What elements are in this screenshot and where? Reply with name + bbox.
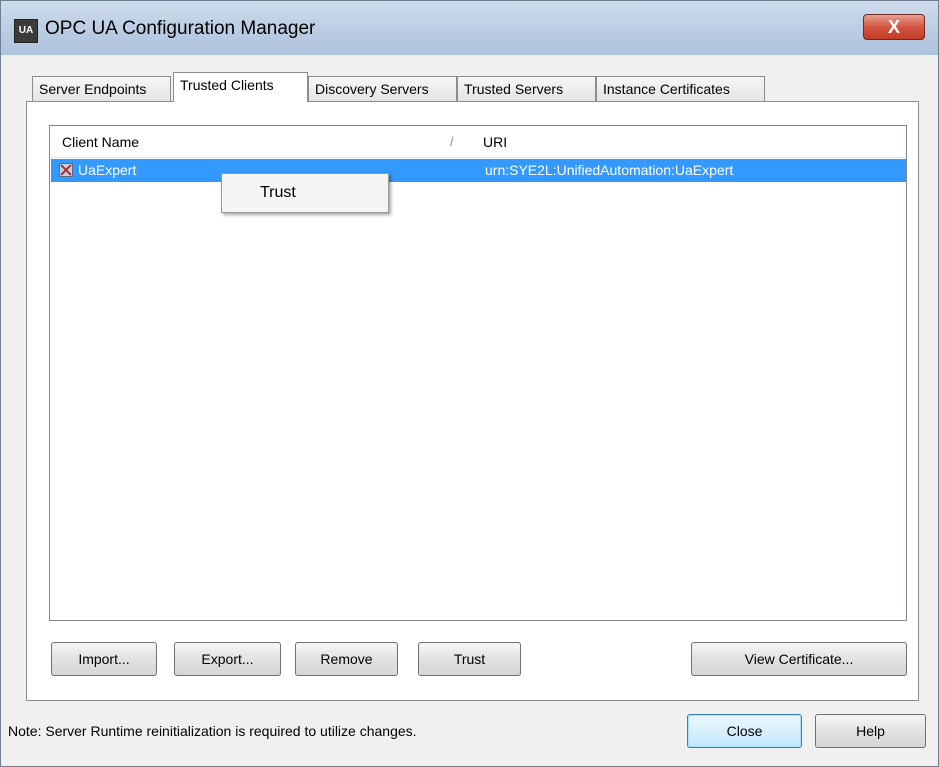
tab-instance-certificates[interactable]: Instance Certificates bbox=[596, 76, 765, 101]
app-icon: UA bbox=[14, 19, 38, 43]
column-header-client-name-label: Client Name bbox=[62, 134, 140, 150]
sort-indicator-icon: / bbox=[450, 134, 454, 149]
column-header-uri[interactable]: URI bbox=[471, 126, 906, 158]
tab-trusted-servers[interactable]: Trusted Servers bbox=[457, 76, 596, 101]
trust-button[interactable]: Trust bbox=[418, 642, 521, 676]
status-note: Note: Server Runtime reinitialization is… bbox=[8, 723, 417, 739]
export-button[interactable]: Export... bbox=[174, 642, 281, 676]
untrusted-certificate-icon bbox=[59, 163, 73, 177]
trusted-clients-list[interactable]: Client Name / URI UaExpert urn:SYE2L:Uni… bbox=[49, 125, 907, 621]
remove-button[interactable]: Remove bbox=[295, 642, 398, 676]
context-menu: Trust bbox=[221, 173, 389, 213]
window-title: OPC UA Configuration Manager bbox=[45, 18, 316, 39]
help-button[interactable]: Help bbox=[815, 714, 926, 748]
view-certificate-button[interactable]: View Certificate... bbox=[691, 642, 907, 676]
table-row[interactable]: UaExpert urn:SYE2L:UnifiedAutomation:UaE… bbox=[51, 159, 906, 182]
title-bar[interactable]: UA OPC UA Configuration Manager X bbox=[1, 1, 938, 55]
uri-cell: urn:SYE2L:UnifiedAutomation:UaExpert bbox=[485, 162, 734, 178]
context-menu-item-trust[interactable]: Trust bbox=[260, 174, 296, 212]
tab-server-endpoints[interactable]: Server Endpoints bbox=[32, 76, 171, 101]
column-header-client-name[interactable]: Client Name / bbox=[50, 126, 471, 158]
close-window-button[interactable]: X bbox=[863, 14, 925, 40]
main-window: UA OPC UA Configuration Manager X Server… bbox=[0, 0, 939, 767]
column-header-uri-label: URI bbox=[483, 134, 508, 150]
tab-discovery-servers[interactable]: Discovery Servers bbox=[308, 76, 457, 101]
client-name-cell: UaExpert bbox=[78, 162, 137, 178]
close-button[interactable]: Close bbox=[687, 714, 802, 748]
tab-trusted-clients[interactable]: Trusted Clients bbox=[173, 72, 308, 102]
import-button[interactable]: Import... bbox=[51, 642, 157, 676]
